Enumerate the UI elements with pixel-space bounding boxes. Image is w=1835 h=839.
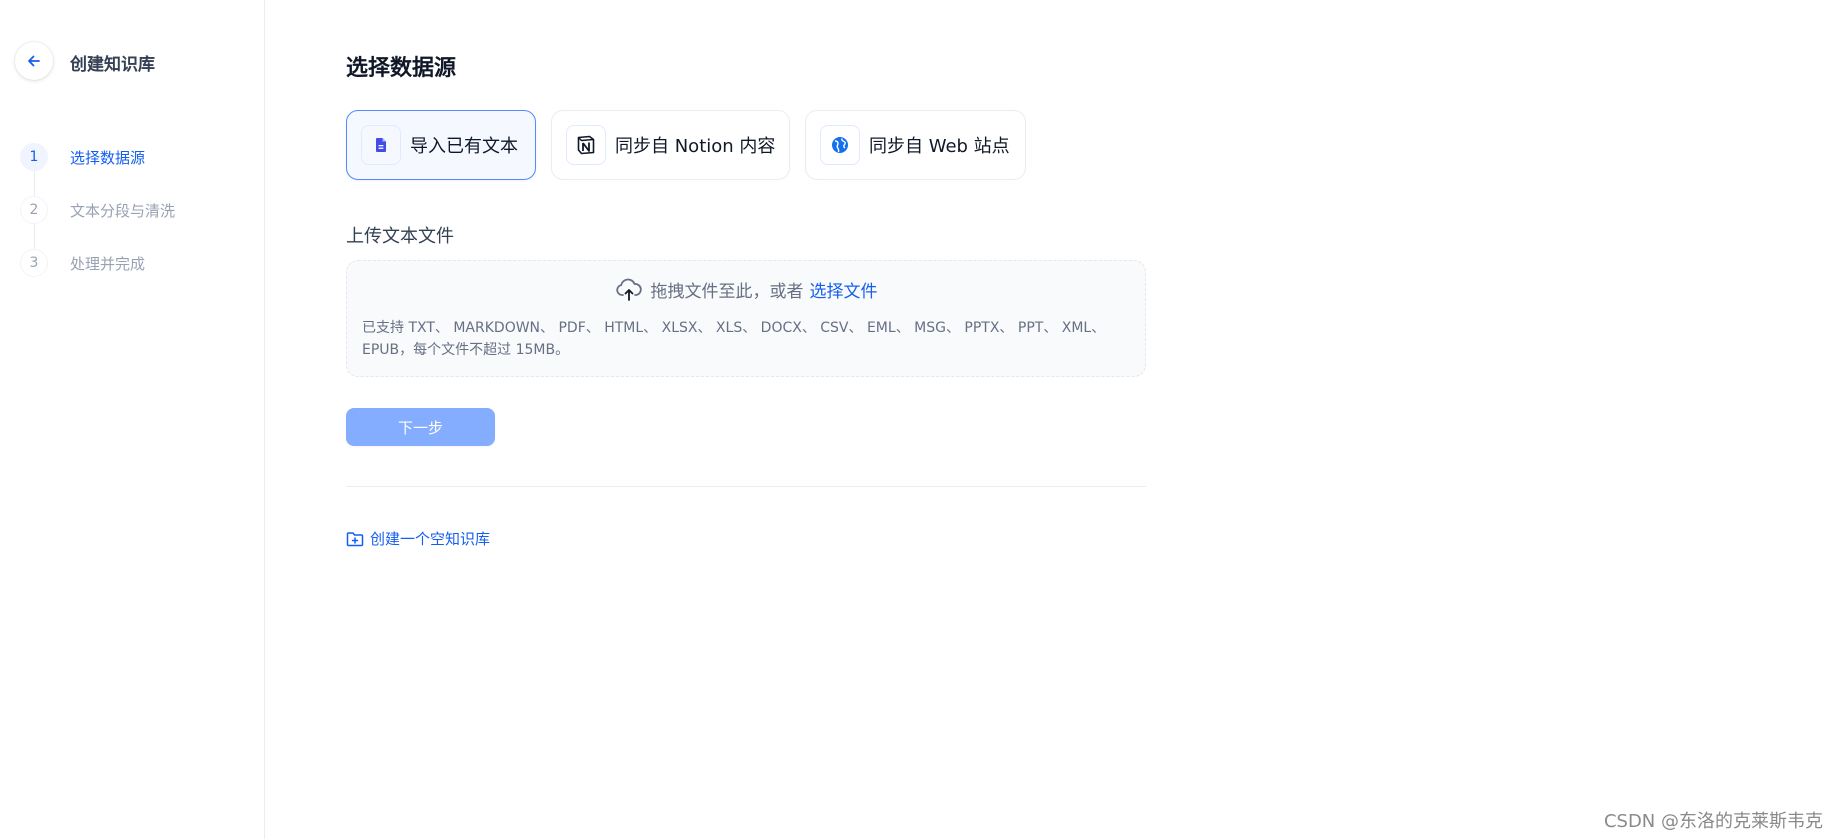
- source-option-import-text[interactable]: 导入已有文本: [346, 110, 536, 180]
- step-label: 文本分段与清洗: [70, 202, 176, 220]
- globe-icon: [820, 125, 860, 165]
- step-item-segment-clean: 2 文本分段与清洗: [20, 196, 175, 249]
- step-connector: [34, 224, 35, 249]
- step-number: 2: [20, 196, 48, 224]
- step-label: 选择数据源: [70, 149, 146, 167]
- step-item-select-source: 1 选择数据源: [20, 143, 145, 196]
- data-source-options: 导入已有文本 同步自 Notion 内容 同步自 Web 站点: [346, 110, 1026, 180]
- step-item-process-finish: 3 处理并完成: [20, 249, 145, 302]
- step-list: 1 选择数据源 2 文本分段与清洗 3 处理并完成: [20, 143, 175, 302]
- app-root: 创建知识库 1 选择数据源 2 文本分段与清洗 3 处理并完成 选择数据源 导入…: [0, 0, 1835, 839]
- sidebar-title: 创建知识库: [70, 55, 155, 75]
- cloud-upload-icon: [615, 278, 643, 302]
- next-step-button[interactable]: 下一步: [346, 408, 495, 446]
- file-dropzone[interactable]: 拖拽文件至此，或者 选择文件 已支持 TXT、 MARKDOWN、 PDF、 H…: [346, 260, 1146, 377]
- step-connector: [34, 171, 35, 196]
- create-empty-label: 创建一个空知识库: [370, 530, 491, 548]
- sidebar: 创建知识库 1 选择数据源 2 文本分段与清洗 3 处理并完成: [0, 0, 265, 839]
- create-empty-knowledge-base-link[interactable]: 创建一个空知识库: [346, 528, 490, 549]
- source-option-web[interactable]: 同步自 Web 站点: [805, 110, 1026, 180]
- notion-icon: [566, 125, 606, 165]
- source-option-label: 同步自 Notion 内容: [615, 136, 776, 157]
- step-number: 1: [20, 143, 48, 171]
- document-icon: [361, 125, 401, 165]
- folder-plus-icon: [346, 531, 364, 547]
- dropzone-prompt: 拖拽文件至此，或者 选择文件: [347, 277, 1145, 302]
- back-button[interactable]: [15, 42, 53, 80]
- page-title: 选择数据源: [346, 56, 457, 81]
- upload-section-title: 上传文本文件: [346, 226, 454, 247]
- watermark: CSDN @东洛的克莱斯韦克: [1603, 811, 1823, 832]
- supported-formats-hint: 已支持 TXT、 MARKDOWN、 PDF、 HTML、 XLSX、 XLS、…: [362, 320, 1106, 358]
- select-file-link[interactable]: 选择文件: [810, 277, 878, 302]
- step-number: 3: [20, 249, 48, 277]
- source-option-notion[interactable]: 同步自 Notion 内容: [551, 110, 790, 180]
- arrow-left-icon: [26, 53, 42, 69]
- divider: [346, 486, 1146, 487]
- source-option-label: 导入已有文本: [410, 136, 518, 157]
- step-label: 处理并完成: [70, 255, 146, 273]
- source-option-label: 同步自 Web 站点: [869, 136, 1010, 157]
- dropzone-prompt-text: 拖拽文件至此，或者: [650, 282, 804, 302]
